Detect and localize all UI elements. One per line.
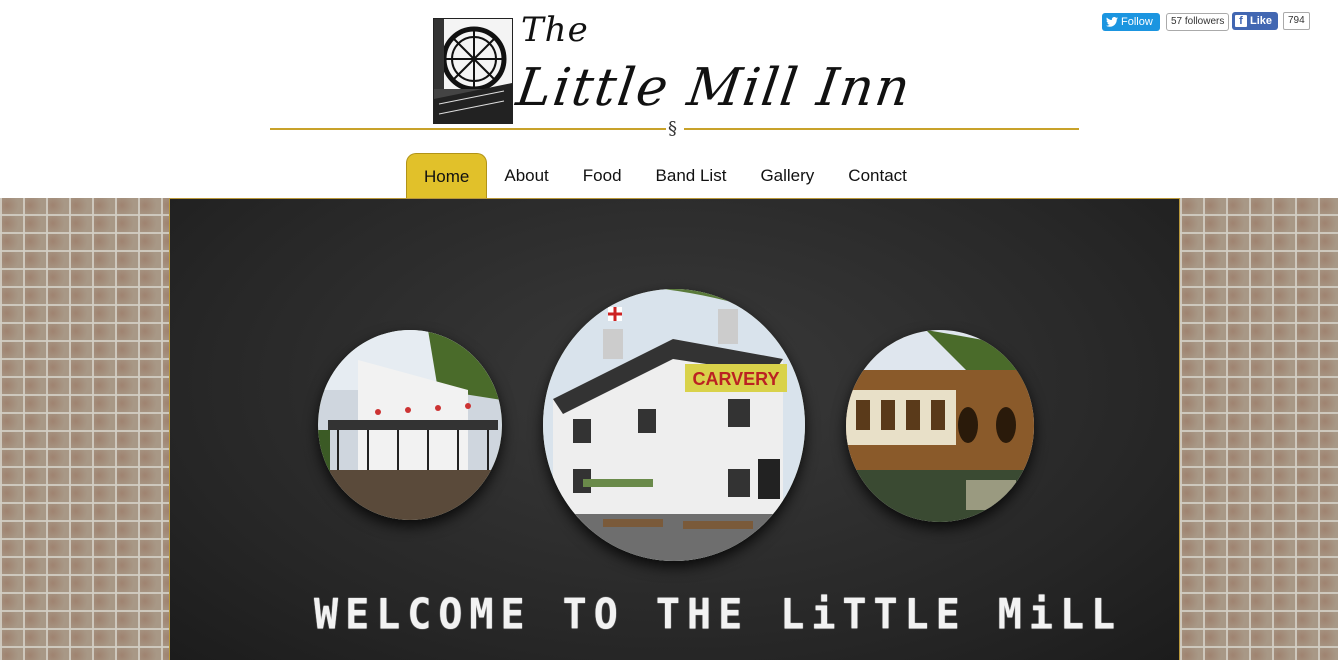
nav-item-home[interactable]: Home [406, 153, 488, 198]
header-rule-right [684, 128, 1079, 130]
twitter-follower-count[interactable]: 57 followers [1166, 13, 1230, 31]
nav-item-about[interactable]: About [487, 153, 565, 198]
facebook-f-icon: f [1235, 15, 1247, 28]
nav-item-food[interactable]: Food [566, 153, 639, 198]
nav-item-gallery[interactable]: Gallery [743, 153, 831, 198]
section-mark: § [668, 118, 677, 139]
twitter-follow-button[interactable]: Follow [1102, 13, 1160, 31]
twitter-follow-label: Follow [1121, 16, 1153, 28]
header-rule-left [270, 128, 666, 130]
logo-title-text[interactable]: Little Mill Inn [513, 58, 916, 118]
brick-wall-left [0, 198, 169, 660]
twitter-bird-icon [1106, 17, 1118, 27]
railway-carriage-photo[interactable] [846, 330, 1034, 522]
main-nav: Home About Food Band List Gallery Contac… [406, 153, 924, 198]
nav-item-contact[interactable]: Contact [831, 153, 924, 198]
welcome-heading: WELCOME TO THE LiTTLE MiLL [314, 590, 1123, 640]
carvery-sign-text: CARVERY [692, 369, 779, 389]
mill-wheel-logo-icon[interactable] [433, 18, 513, 124]
site-header: The Little Mill Inn § Home About Food Ba… [0, 0, 1338, 198]
logo-the-text: The [521, 10, 589, 50]
pub-balcony-photo[interactable] [318, 330, 502, 520]
facebook-like-button[interactable]: f Like [1232, 12, 1278, 30]
nav-item-band-list[interactable]: Band List [639, 153, 744, 198]
facebook-like-label: Like [1250, 15, 1273, 27]
facebook-like-count: 794 [1283, 12, 1310, 30]
pub-front-photo[interactable]: CARVERY [543, 289, 805, 561]
brick-wall-right [1180, 198, 1338, 660]
